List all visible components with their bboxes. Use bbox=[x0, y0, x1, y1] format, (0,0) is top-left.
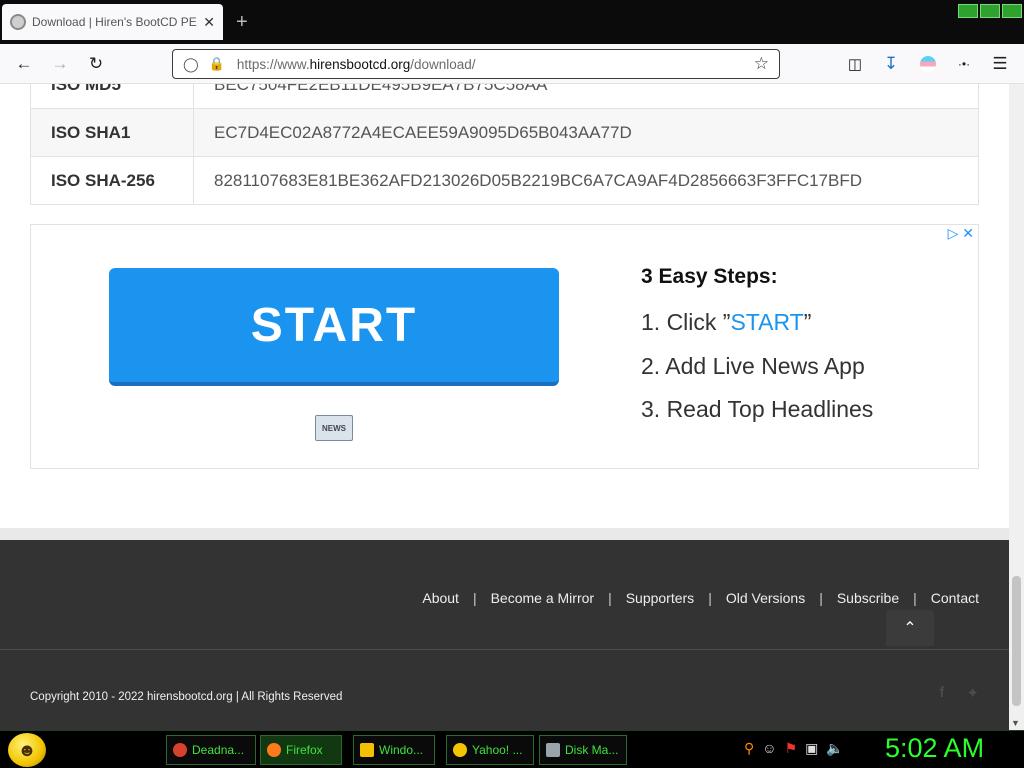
system-tray: ⚲ ☺ ⚑ ▣ 🔈 bbox=[744, 740, 844, 757]
flag-icon[interactable]: ⚑ bbox=[785, 740, 798, 757]
folder-icon bbox=[360, 743, 374, 757]
footer-link-about[interactable]: About bbox=[422, 590, 459, 606]
ad-choices-icon[interactable]: ▷ ✕ bbox=[948, 225, 974, 242]
reload-icon[interactable]: ↻ bbox=[84, 52, 108, 76]
hash-value: 8281107683E81BE362AFD213026D05B2219BC6A7… bbox=[193, 156, 979, 205]
page-scrollbar[interactable]: ▼ bbox=[1009, 84, 1024, 730]
taskbar-item-yahoo[interactable]: Yahoo! ... bbox=[446, 735, 534, 765]
footer-link-old-versions[interactable]: Old Versions bbox=[726, 590, 805, 606]
nav-separator: | bbox=[819, 590, 823, 606]
tab-close-icon[interactable]: ✕ bbox=[203, 14, 215, 31]
steps-heading: 3 Easy Steps: bbox=[641, 265, 778, 288]
taskbar-item-firefox[interactable]: Firefox bbox=[260, 735, 342, 765]
footer-link-supporters[interactable]: Supporters bbox=[626, 590, 694, 606]
close-window-button[interactable] bbox=[1002, 4, 1022, 18]
clock[interactable]: 5:02 AM bbox=[885, 733, 984, 764]
disc-favicon-icon bbox=[10, 14, 26, 30]
taskbar-item-disk-management[interactable]: Disk Ma... bbox=[539, 735, 627, 765]
bookmark-star-icon[interactable]: ☆ bbox=[754, 54, 769, 74]
maximize-button[interactable] bbox=[980, 4, 1000, 18]
shield-icon[interactable]: ◯ bbox=[183, 56, 199, 73]
footer-nav-section: About | Become a Mirror | Supporters | O… bbox=[0, 540, 1009, 650]
tab-bar: Download | Hiren's BootCD PE ✕ + bbox=[0, 0, 1024, 44]
minimize-button[interactable] bbox=[958, 4, 978, 18]
extension-icon[interactable]: ·•· bbox=[952, 52, 976, 76]
news-icon: NEWS bbox=[315, 415, 353, 441]
taskbar-item-windows-explorer[interactable]: Windo... bbox=[353, 735, 435, 765]
tab-title: Download | Hiren's BootCD PE bbox=[32, 15, 197, 29]
start-orb-smiley-icon[interactable]: ☻ bbox=[8, 733, 46, 767]
chrome-icon bbox=[173, 743, 187, 757]
ad-steps: 3 Easy Steps: 1. Click ”START” 2. Add Li… bbox=[641, 265, 873, 440]
taskbar-item-chrome[interactable]: Deadna... bbox=[166, 735, 256, 765]
scrollbar-thumb[interactable] bbox=[1012, 576, 1021, 706]
advertisement[interactable]: ▷ ✕ START NEWS 3 Easy Steps: 1. Click ”S… bbox=[30, 224, 979, 469]
pocket-icon[interactable]: ◫ bbox=[843, 52, 867, 76]
profile-icon[interactable] bbox=[916, 52, 940, 76]
taskbar: ☻ Deadna... Firefox Windo... Yahoo! ... … bbox=[0, 730, 1024, 768]
back-arrow-icon[interactable]: ← bbox=[12, 52, 36, 76]
hash-table: ISO MD5 BEC7504FE2EB11DE495B9EA7B75C58AA… bbox=[30, 84, 979, 205]
copyright-text: Copyright 2010 - 2022 hirensbootcd.org |… bbox=[30, 691, 343, 703]
volume-icon[interactable]: 🔈 bbox=[826, 740, 843, 757]
hash-value: BEC7504FE2EB11DE495B9EA7B75C58AA bbox=[193, 84, 979, 109]
page-viewport: ISO MD5 BEC7504FE2EB11DE495B9EA7B75C58AA… bbox=[0, 84, 1009, 730]
twitter-icon[interactable]: ✦ bbox=[966, 684, 979, 702]
footer-copyright-section: Copyright 2010 - 2022 hirensbootcd.org |… bbox=[0, 650, 1009, 730]
table-row: ISO SHA1 EC7D4EC02A8772A4ECAEE59A9095D65… bbox=[30, 108, 979, 157]
step-2: 2. Add Live News App bbox=[641, 352, 865, 379]
nav-separator: | bbox=[472, 590, 477, 606]
navigation-bar: ← → ↻ ◯ 🔒 https://www.hirensbootcd.org/d… bbox=[0, 44, 1024, 84]
facebook-icon[interactable]: f bbox=[939, 684, 944, 702]
start-button[interactable]: START bbox=[109, 268, 559, 386]
social-links: f ✦ bbox=[939, 684, 979, 702]
section-divider bbox=[0, 528, 1009, 540]
search-icon[interactable]: ⚲ bbox=[744, 740, 754, 757]
browser-tab[interactable]: Download | Hiren's BootCD PE ✕ bbox=[2, 4, 223, 40]
step-3: 3. Read Top Headlines bbox=[641, 396, 874, 422]
table-row: ISO SHA-256 8281107683E81BE362AFD213026D… bbox=[30, 156, 979, 205]
messenger-icon[interactable]: ☺ bbox=[762, 740, 776, 757]
footer-link-subscribe[interactable]: Subscribe bbox=[837, 590, 899, 606]
url-text[interactable]: https://www.hirensbootcd.org/download/ bbox=[237, 57, 754, 72]
scroll-down-icon[interactable]: ▼ bbox=[1011, 718, 1020, 728]
hash-value: EC7D4EC02A8772A4ECAEE59A9095D65B043AA77D bbox=[193, 108, 979, 157]
yahoo-icon bbox=[453, 743, 467, 757]
network-icon[interactable]: ▣ bbox=[805, 740, 818, 757]
hash-label: ISO MD5 bbox=[30, 84, 194, 109]
nav-separator: | bbox=[708, 590, 712, 606]
footer-link-become-a-mirror[interactable]: Become a Mirror bbox=[491, 590, 594, 606]
forward-arrow-icon[interactable]: → bbox=[48, 52, 72, 76]
scroll-to-top-button[interactable]: ⌃ bbox=[886, 610, 934, 646]
new-tab-button[interactable]: + bbox=[236, 12, 248, 32]
address-bar[interactable]: ◯ 🔒 https://www.hirensbootcd.org/downloa… bbox=[172, 49, 780, 79]
window-controls bbox=[958, 4, 1022, 18]
hash-label: ISO SHA-256 bbox=[30, 156, 194, 205]
nav-separator: | bbox=[608, 590, 612, 606]
footer-link-contact[interactable]: Contact bbox=[931, 590, 979, 606]
step-1: 1. Click ”START” bbox=[641, 309, 812, 335]
nav-separator: | bbox=[913, 590, 917, 606]
firefox-icon bbox=[267, 743, 281, 757]
hash-label: ISO SHA1 bbox=[30, 108, 194, 157]
download-icon[interactable]: ↧ bbox=[879, 52, 903, 76]
lock-icon[interactable]: 🔒 bbox=[209, 56, 225, 72]
footer-nav: About | Become a Mirror | Supporters | O… bbox=[422, 590, 979, 606]
menu-icon[interactable]: ☰ bbox=[988, 52, 1012, 76]
table-row: ISO MD5 BEC7504FE2EB11DE495B9EA7B75C58AA bbox=[30, 84, 979, 109]
disk-icon bbox=[546, 743, 560, 757]
